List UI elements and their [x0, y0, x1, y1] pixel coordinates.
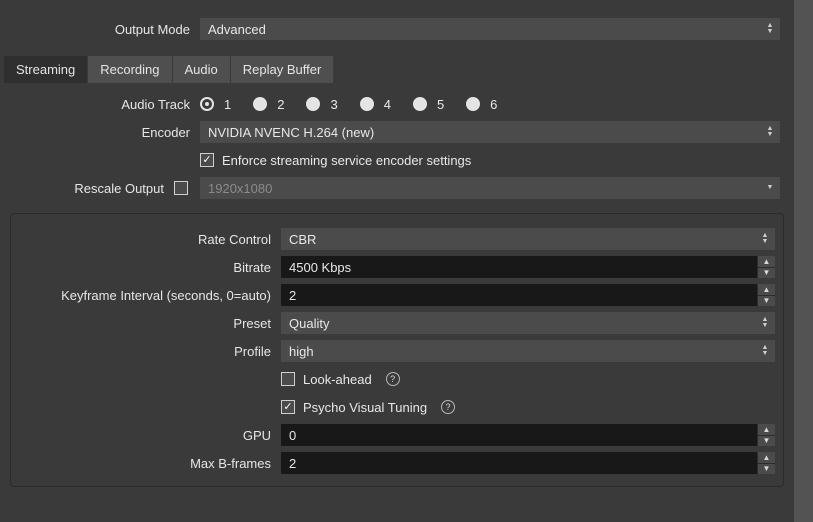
audio-track-radio-1[interactable]	[200, 97, 214, 111]
rescale-row: Rescale Output 1920x1080 ▲▼	[14, 177, 780, 199]
keyframe-label: Keyframe Interval (seconds, 0=auto)	[19, 288, 281, 303]
chevron-down-icon: ▲▼	[762, 178, 778, 198]
spin-buttons[interactable]: ▲▼	[757, 256, 775, 278]
audio-track-label: Audio Track	[14, 97, 200, 112]
right-gutter	[794, 0, 813, 522]
output-tabs: Streaming Recording Audio Replay Buffer	[0, 56, 794, 83]
gpu-row: GPU 0 ▲▼	[19, 424, 775, 446]
info-icon[interactable]: ?	[386, 372, 400, 386]
audio-track-num-2: 2	[277, 97, 284, 112]
spin-buttons[interactable]: ▲▼	[757, 284, 775, 306]
audio-track-radio-3[interactable]	[306, 97, 320, 111]
audio-track-radio-2[interactable]	[253, 97, 267, 111]
audio-track-num-1: 1	[224, 97, 231, 112]
preset-row: Preset Quality ▲▼	[19, 312, 775, 334]
encoder-select[interactable]: NVIDIA NVENC H.264 (new) ▲▼	[200, 121, 780, 143]
profile-value: high	[289, 344, 314, 359]
spin-buttons[interactable]: ▲▼	[757, 452, 775, 474]
audio-track-num-3: 3	[330, 97, 337, 112]
rescale-checkbox[interactable]	[174, 181, 188, 195]
bframes-label: Max B-frames	[19, 456, 281, 471]
gpu-spin[interactable]: 0 ▲▼	[281, 424, 775, 446]
output-settings-panel: Output Mode Advanced ▲▼ Streaming Record…	[0, 0, 794, 522]
output-mode-label: Output Mode	[14, 22, 200, 37]
bframes-value: 2	[289, 456, 296, 471]
lookahead-checkbox[interactable]	[281, 372, 295, 386]
bitrate-value: 4500 Kbps	[289, 260, 351, 275]
enforce-label: Enforce streaming service encoder settin…	[222, 153, 471, 168]
audio-track-radios: 1 2 3 4 5 6	[200, 97, 780, 112]
encoder-label: Encoder	[14, 125, 200, 140]
gpu-value: 0	[289, 428, 296, 443]
rescale-value: 1920x1080	[208, 181, 272, 196]
gpu-label: GPU	[19, 428, 281, 443]
profile-select[interactable]: high ▲▼	[281, 340, 775, 362]
psycho-row: Psycho Visual Tuning ?	[19, 396, 775, 418]
audio-track-radio-5[interactable]	[413, 97, 427, 111]
preset-select[interactable]: Quality ▲▼	[281, 312, 775, 334]
output-mode-select[interactable]: Advanced ▲▼	[200, 18, 780, 40]
info-icon[interactable]: ?	[441, 400, 455, 414]
lookahead-row: Look-ahead ?	[19, 368, 775, 390]
enforce-checkbox[interactable]	[200, 153, 214, 167]
keyframe-value: 2	[289, 288, 296, 303]
rescale-select[interactable]: 1920x1080 ▲▼	[200, 177, 780, 199]
psycho-label: Psycho Visual Tuning	[303, 400, 427, 415]
psycho-checkbox[interactable]	[281, 400, 295, 414]
bitrate-spin[interactable]: 4500 Kbps ▲▼	[281, 256, 775, 278]
updown-icon: ▲▼	[762, 122, 778, 142]
encoder-value: NVIDIA NVENC H.264 (new)	[208, 125, 374, 140]
rate-control-row: Rate Control CBR ▲▼	[19, 228, 775, 250]
bitrate-label: Bitrate	[19, 260, 281, 275]
rescale-label: Rescale Output	[14, 181, 174, 196]
audio-track-radio-6[interactable]	[466, 97, 480, 111]
audio-track-radio-4[interactable]	[360, 97, 374, 111]
audio-track-num-6: 6	[490, 97, 497, 112]
preset-value: Quality	[289, 316, 329, 331]
profile-label: Profile	[19, 344, 281, 359]
audio-track-row: Audio Track 1 2 3 4 5 6	[14, 93, 780, 115]
tab-replay-buffer[interactable]: Replay Buffer	[231, 56, 334, 83]
output-mode-value: Advanced	[208, 22, 266, 37]
lookahead-label: Look-ahead	[303, 372, 372, 387]
bframes-spin[interactable]: 2 ▲▼	[281, 452, 775, 474]
enforce-row: Enforce streaming service encoder settin…	[14, 149, 780, 171]
bitrate-row: Bitrate 4500 Kbps ▲▼	[19, 256, 775, 278]
rate-control-label: Rate Control	[19, 232, 281, 247]
tab-audio[interactable]: Audio	[173, 56, 230, 83]
audio-track-num-4: 4	[384, 97, 391, 112]
rate-control-value: CBR	[289, 232, 316, 247]
preset-label: Preset	[19, 316, 281, 331]
keyframe-row: Keyframe Interval (seconds, 0=auto) 2 ▲▼	[19, 284, 775, 306]
bframes-row: Max B-frames 2 ▲▼	[19, 452, 775, 474]
tab-streaming[interactable]: Streaming	[4, 56, 87, 83]
spin-buttons[interactable]: ▲▼	[757, 424, 775, 446]
audio-track-num-5: 5	[437, 97, 444, 112]
updown-icon: ▲▼	[762, 19, 778, 39]
encoder-row: Encoder NVIDIA NVENC H.264 (new) ▲▼	[14, 121, 780, 143]
profile-row: Profile high ▲▼	[19, 340, 775, 362]
encoder-options-group: Rate Control CBR ▲▼ Bitrate 4500 Kbps ▲▼…	[10, 213, 784, 487]
tab-recording[interactable]: Recording	[88, 56, 171, 83]
updown-icon: ▲▼	[757, 313, 773, 333]
updown-icon: ▲▼	[757, 341, 773, 361]
output-mode-row: Output Mode Advanced ▲▼	[14, 18, 780, 40]
rate-control-select[interactable]: CBR ▲▼	[281, 228, 775, 250]
keyframe-spin[interactable]: 2 ▲▼	[281, 284, 775, 306]
updown-icon: ▲▼	[757, 229, 773, 249]
